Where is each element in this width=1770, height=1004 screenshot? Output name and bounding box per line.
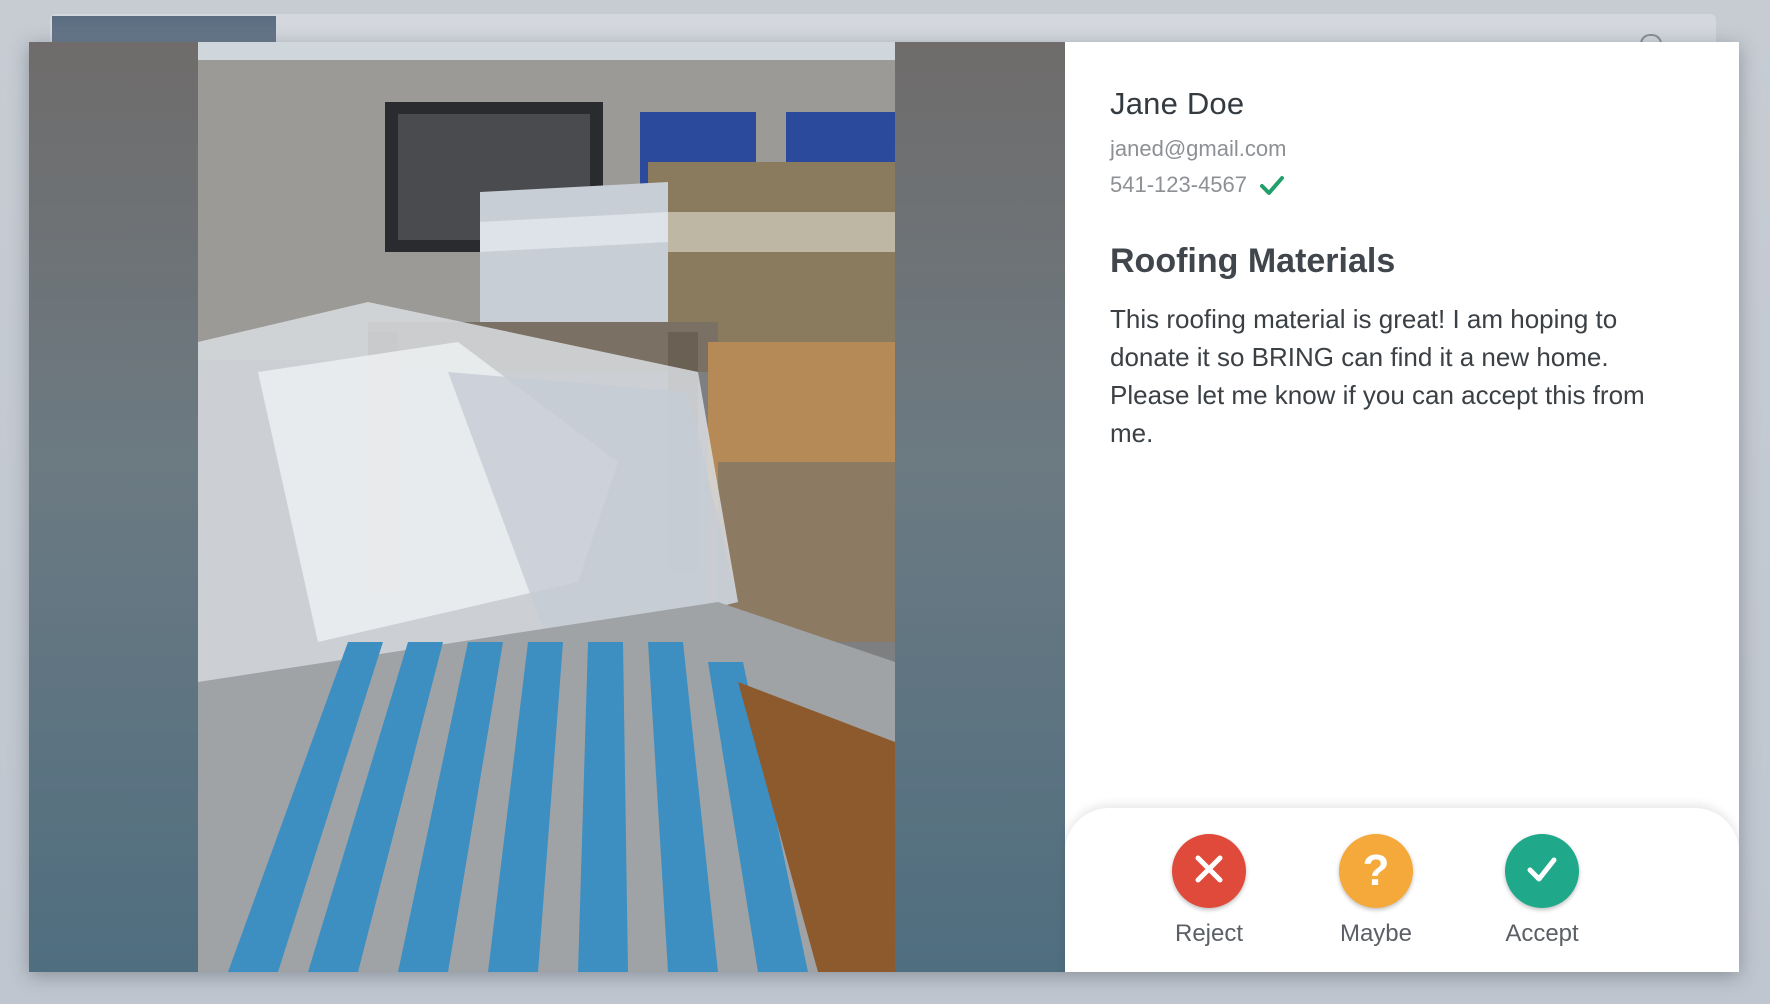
maybe-button[interactable]: ? Maybe bbox=[1316, 834, 1436, 948]
checkmark-icon bbox=[1523, 850, 1561, 892]
photo-pane bbox=[29, 42, 1065, 972]
decision-action-bar: Reject ? Maybe Accept bbox=[1065, 808, 1739, 972]
accept-label: Accept bbox=[1505, 920, 1579, 947]
item-title: Roofing Materials bbox=[1110, 242, 1396, 280]
accept-button[interactable]: Accept bbox=[1482, 834, 1602, 948]
question-mark-icon: ? bbox=[1362, 846, 1390, 895]
donor-phone: 541-123-4567 bbox=[1110, 172, 1248, 197]
item-description: This roofing material is great! I am hop… bbox=[1110, 304, 1645, 448]
photo-illustration bbox=[198, 42, 895, 972]
close-icon bbox=[1192, 852, 1226, 890]
maybe-label: Maybe bbox=[1339, 920, 1413, 947]
checkmark-verified-icon bbox=[1259, 172, 1285, 198]
donation-photo bbox=[198, 42, 895, 972]
donor-name: Jane Doe bbox=[1110, 86, 1245, 121]
reject-label: Reject bbox=[1174, 920, 1244, 947]
reject-circle[interactable] bbox=[1172, 834, 1246, 908]
donor-email: janed@gmail.com bbox=[1110, 136, 1287, 161]
phone-row: 541-123-4567 bbox=[1110, 172, 1285, 198]
maybe-circle[interactable]: ? bbox=[1339, 834, 1413, 908]
reject-button[interactable]: Reject bbox=[1149, 834, 1269, 948]
donation-review-modal: Jane Doe janed@gmail.com 541-123-4567 Ro… bbox=[29, 42, 1739, 972]
accept-circle[interactable] bbox=[1505, 834, 1579, 908]
